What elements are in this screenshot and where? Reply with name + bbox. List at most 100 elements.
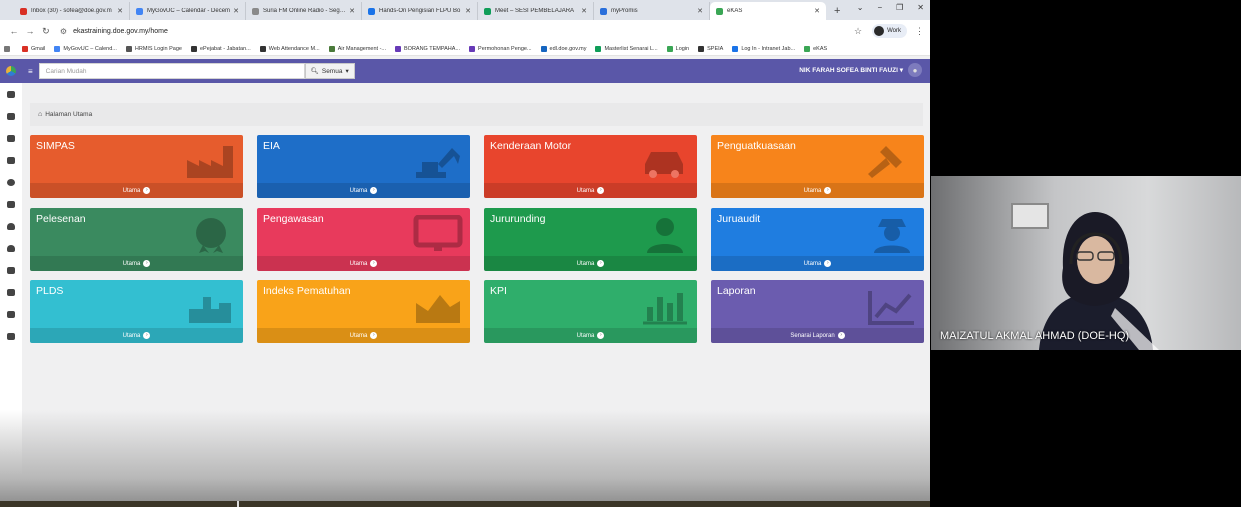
module-tile[interactable]: Indeks Pematuhan Utama ›	[257, 280, 470, 343]
module-tile[interactable]: EIA Utama ›	[257, 135, 470, 198]
profile-button[interactable]: Work	[872, 24, 908, 38]
browser-tab[interactable]: Inbox (30) - sofea@doe.gov.m ✕	[14, 2, 130, 20]
bookmark-item[interactable]: Permohonan Penge...	[469, 45, 532, 52]
browser-tab[interactable]: Meet – SESI PEMBELAJARA ✕	[478, 2, 594, 20]
sidebar-line-chart-icon[interactable]	[7, 333, 15, 340]
bookmark-item[interactable]: edl.doe.gov.my	[540, 45, 587, 52]
sidebar-car-icon[interactable]	[7, 135, 15, 142]
browser-tab[interactable]: myPromis ✕	[594, 2, 710, 20]
sidebar-auditor-icon[interactable]	[7, 245, 15, 252]
hamburger-menu-icon[interactable]: ≡	[28, 67, 33, 76]
arrow-circle-right-icon: ›	[143, 187, 151, 194]
close-window-icon[interactable]: ✕	[917, 3, 924, 12]
sidebar-gavel-icon[interactable]	[7, 157, 15, 164]
tab-close-icon[interactable]: ✕	[581, 7, 587, 15]
bookmark-item[interactable]: eKAS	[804, 45, 827, 52]
tile-footer-label: Utama	[349, 260, 368, 267]
sidebar-user-icon[interactable]	[7, 223, 15, 230]
bookmark-item[interactable]: Air Management -...	[328, 45, 386, 52]
tile-footer-link[interactable]: Utama ›	[711, 256, 924, 271]
search-scope-dropdown[interactable]: 🔍︎ Semua ▾	[304, 63, 355, 79]
tile-footer-link[interactable]: Utama ›	[30, 256, 243, 271]
module-tile[interactable]: Pelesenan Utama ›	[30, 208, 243, 271]
tile-footer-label: Utama	[803, 187, 822, 194]
tile-footer-link[interactable]: Utama ›	[257, 256, 470, 271]
bookmark-item[interactable]: HRMIS Login Page	[125, 45, 182, 52]
user-avatar-icon: ●	[908, 63, 922, 77]
bookmark-item[interactable]: MyGovUC – Calend...	[54, 45, 117, 52]
module-tile[interactable]: Penguatkuasaan Utama ›	[711, 135, 924, 198]
bookmark-star-icon[interactable]: ☆	[854, 26, 862, 37]
participant-name: MAIZATUL AKMAL AHMAD (DOE-HQ)	[940, 330, 1130, 342]
tab-close-icon[interactable]: ✕	[349, 7, 355, 15]
tab-label: Suria FM Online Radio - Segala	[263, 8, 347, 14]
tab-favicon-icon	[136, 7, 143, 15]
search-input[interactable]: Carian Mudah	[38, 63, 305, 79]
collapse-icon[interactable]: ⌄	[857, 3, 864, 12]
tile-title: Penguatkuasaan	[717, 140, 796, 152]
browser-tab[interactable]: Hands-On Pengisian FLPU Bo ✕	[362, 2, 478, 20]
bookmark-item[interactable]: SPEIA	[698, 45, 723, 52]
bookmark-label: edl.doe.gov.my	[549, 45, 587, 52]
tab-close-icon[interactable]: ✕	[465, 7, 471, 15]
sidebar-monitor-icon[interactable]	[7, 201, 15, 208]
tile-footer-link[interactable]: Utama ›	[257, 328, 470, 343]
tile-footer-link[interactable]: Utama ›	[484, 183, 697, 198]
restore-icon[interactable]: ❐	[896, 3, 903, 12]
module-tile[interactable]: Juruaudit Utama ›	[711, 208, 924, 271]
menu-icon[interactable]: ⋮	[915, 26, 924, 37]
reload-icon[interactable]: ↻	[38, 26, 54, 37]
factory-icon	[187, 146, 233, 178]
app-header: ≡ Carian Mudah 🔍︎ Semua ▾ NIK FARAH SOFE…	[0, 59, 930, 83]
bookmark-item[interactable]: BORANG TEMPAHA...	[395, 45, 460, 52]
sidebar-certificate-icon[interactable]	[7, 179, 15, 186]
bookmark-item[interactable]: Login	[666, 45, 689, 52]
browser-tab[interactable]: Suria FM Online Radio - Segala ✕	[246, 2, 362, 20]
module-tile[interactable]: PLDS Utama ›	[30, 280, 243, 343]
bookmark-label: Log In - Intranet Jab...	[741, 45, 796, 52]
sidebar-factory-icon[interactable]	[7, 113, 15, 120]
site-info-icon[interactable]: ⚙	[60, 27, 67, 36]
tile-footer-link[interactable]: Utama ›	[484, 328, 697, 343]
sidebar-bar-chart-icon[interactable]	[7, 311, 15, 318]
tab-close-icon[interactable]: ✕	[697, 7, 703, 15]
tile-footer-link[interactable]: Utama ›	[484, 256, 697, 271]
minimize-icon[interactable]: −	[877, 3, 882, 12]
breadcrumb-label[interactable]: Halaman Utama	[45, 111, 92, 118]
browser-tab[interactable]: MyGovUC – Calendar - Decem ✕	[130, 2, 246, 20]
tile-footer-link[interactable]: Senarai Laporan ›	[711, 328, 924, 343]
sidebar-plant-icon[interactable]	[7, 267, 15, 274]
back-icon[interactable]: ←	[6, 26, 22, 36]
home-icon[interactable]: ⌂	[38, 111, 42, 118]
module-tile[interactable]: KPI Utama ›	[484, 280, 697, 343]
sidebar-area-chart-icon[interactable]	[7, 289, 15, 296]
ekas-logo[interactable]	[0, 59, 22, 83]
tile-footer-link[interactable]: Utama ›	[711, 183, 924, 198]
bookmark-item[interactable]: Gmail	[22, 45, 45, 52]
tab-close-icon[interactable]: ✕	[814, 7, 820, 15]
excavator-icon	[416, 148, 460, 178]
sidebar-folder-icon[interactable]	[7, 91, 15, 98]
tile-footer-link[interactable]: Utama ›	[30, 183, 243, 198]
bookmark-item[interactable]: Log In - Intranet Jab...	[732, 45, 796, 52]
user-menu[interactable]: NIK FARAH SOFEA BINTI FAUZI ▾ ●	[799, 63, 922, 77]
forward-icon[interactable]: →	[22, 26, 38, 36]
address-bar[interactable]: ⚙ ekastraining.doe.gov.my/home	[60, 23, 848, 39]
module-tile[interactable]: Kenderaan Motor Utama ›	[484, 135, 697, 198]
browser-tab[interactable]: eKAS ✕	[710, 2, 826, 20]
tile-title: KPI	[490, 285, 507, 297]
module-tile[interactable]: Laporan Senarai Laporan ›	[711, 280, 924, 343]
module-tile[interactable]: Jururunding Utama ›	[484, 208, 697, 271]
bookmark-item[interactable]: ePejabat - Jabatan...	[190, 45, 251, 52]
module-tile[interactable]: Pengawasan Utama ›	[257, 208, 470, 271]
new-tab-button[interactable]: +	[834, 2, 840, 20]
tile-footer-link[interactable]: Utama ›	[257, 183, 470, 198]
tile-title: Laporan	[717, 285, 756, 297]
tile-footer-link[interactable]: Utama ›	[30, 328, 243, 343]
bookmark-item[interactable]: Web Attendance M...	[259, 45, 320, 52]
module-tile[interactable]: SIMPAS Utama ›	[30, 135, 243, 198]
apps-icon[interactable]	[4, 45, 13, 52]
tab-close-icon[interactable]: ✕	[117, 7, 123, 15]
bookmark-item[interactable]: Masterlist Senarai L...	[595, 45, 658, 52]
tab-close-icon[interactable]: ✕	[233, 7, 239, 15]
